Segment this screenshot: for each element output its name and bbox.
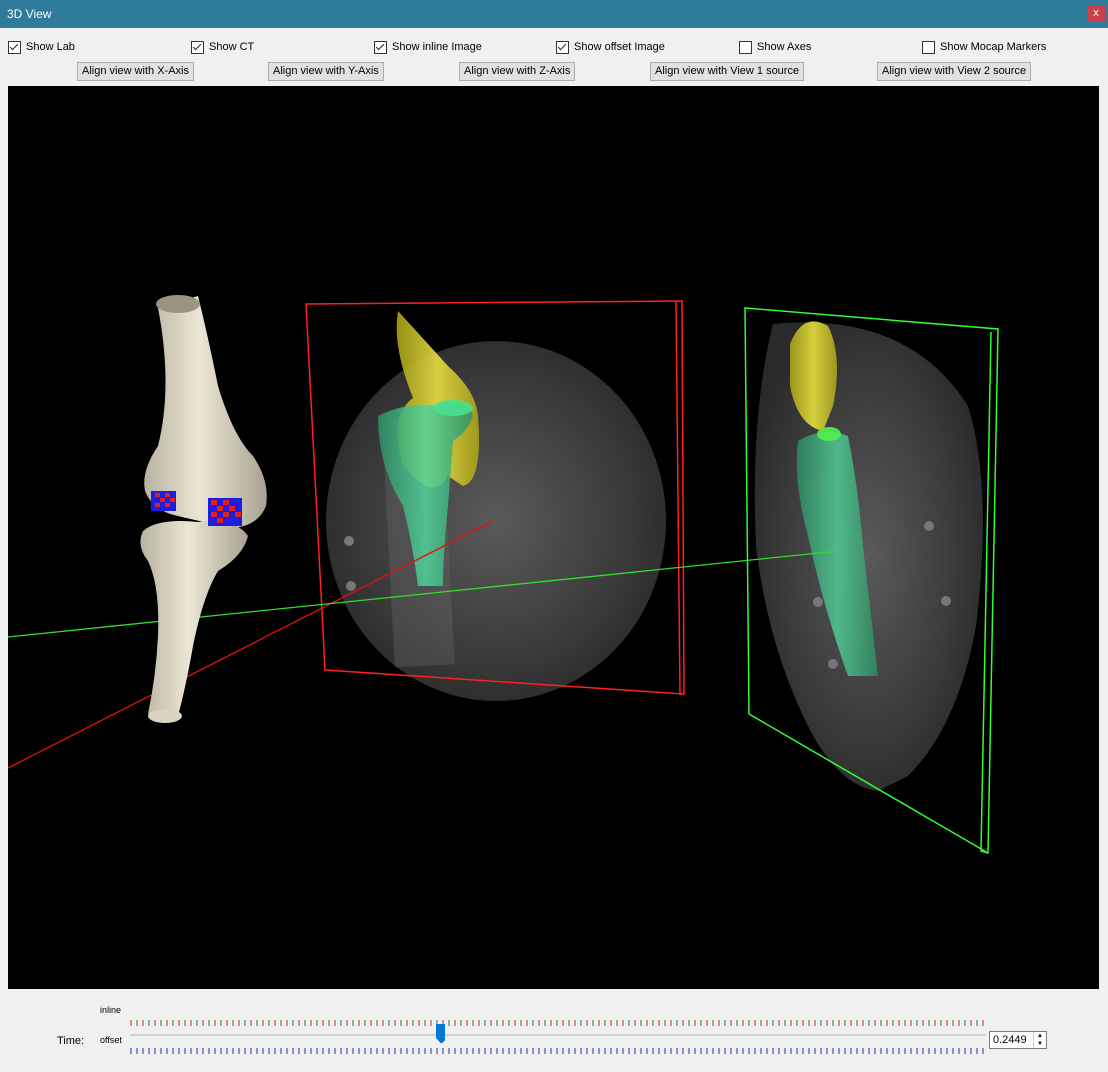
toggle-label: Show offset Image	[574, 41, 665, 53]
time-slider-track[interactable]	[130, 1034, 986, 1036]
toggle-label: Show Lab	[26, 41, 75, 53]
3d-viewport[interactable]	[8, 86, 1099, 989]
cartilage-markers-left	[151, 491, 176, 511]
offset-marker-dot	[941, 596, 951, 606]
checkbox-icon[interactable]	[739, 40, 752, 54]
checkbox-icon[interactable]	[922, 40, 935, 54]
inline-image-plane	[305, 300, 685, 701]
inline-marker-dot	[346, 581, 356, 591]
tibia-end	[148, 709, 182, 723]
checkbox-icon[interactable]	[556, 40, 569, 54]
offset-image-plane	[744, 307, 999, 855]
offset-frame-ticks	[130, 1048, 984, 1054]
toggle-show-inline-image[interactable]: Show inline Image	[374, 39, 482, 55]
title-bar: 3D View x	[0, 0, 1108, 28]
toggle-label: Show Axes	[757, 41, 812, 53]
checkbox-icon[interactable]	[374, 40, 387, 54]
checkbox-icon[interactable]	[8, 40, 21, 54]
align-y-axis-button[interactable]: Align view with Y-Axis	[268, 62, 384, 81]
checkbox-icon[interactable]	[191, 40, 204, 54]
toggle-label: Show Mocap Markers	[940, 41, 1047, 53]
inline-frame-ticks	[130, 1020, 984, 1026]
offset-patella-overlay	[817, 427, 841, 441]
offset-marker-dot	[813, 597, 823, 607]
time-spinbox[interactable]: 0.2449 ▲ ▼	[989, 1031, 1047, 1049]
toggle-show-ct[interactable]: Show CT	[191, 39, 254, 55]
inline-xray-disc	[326, 341, 666, 701]
align-z-axis-button[interactable]: Align view with Z-Axis	[459, 62, 576, 81]
toggle-show-offset-image[interactable]: Show offset Image	[556, 39, 665, 55]
toggle-show-mocap-markers[interactable]: Show Mocap Markers	[922, 39, 1046, 55]
spin-arrows-icon[interactable]: ▲ ▼	[1033, 1032, 1046, 1048]
toggle-label: Show inline Image	[392, 41, 482, 53]
offset-marker-dot	[924, 521, 934, 531]
tibia-bone	[140, 521, 248, 716]
femur-cut-surface	[156, 295, 200, 313]
close-button[interactable]: x	[1087, 6, 1105, 22]
time-slider-thumb[interactable]	[436, 1024, 445, 1043]
align-x-axis-button[interactable]: Align view with X-Axis	[77, 62, 194, 81]
window-title: 3D View	[7, 7, 52, 21]
ct-bone-model	[140, 295, 267, 723]
scene-render	[8, 295, 999, 855]
align-view2-source-button[interactable]: Align view with View 2 source	[877, 62, 1032, 81]
offset-marker-dot	[828, 659, 838, 669]
align-view1-source-button[interactable]: Align view with View 1 source	[650, 62, 805, 81]
timeline-ticks	[130, 1020, 984, 1054]
inline-track-label: inline	[100, 1005, 122, 1015]
toggle-show-lab[interactable]: Show Lab	[8, 39, 75, 55]
inline-patella-overlay	[433, 400, 473, 416]
cartilage-markers-right	[208, 498, 242, 526]
toggle-show-axes[interactable]: Show Axes	[739, 39, 811, 55]
inline-marker-dot	[344, 536, 354, 546]
time-value[interactable]: 0.2449	[993, 1034, 1027, 1046]
offset-track-label: offset	[100, 1035, 122, 1045]
time-label: Time:	[57, 1035, 85, 1047]
toggle-label: Show CT	[209, 41, 255, 53]
